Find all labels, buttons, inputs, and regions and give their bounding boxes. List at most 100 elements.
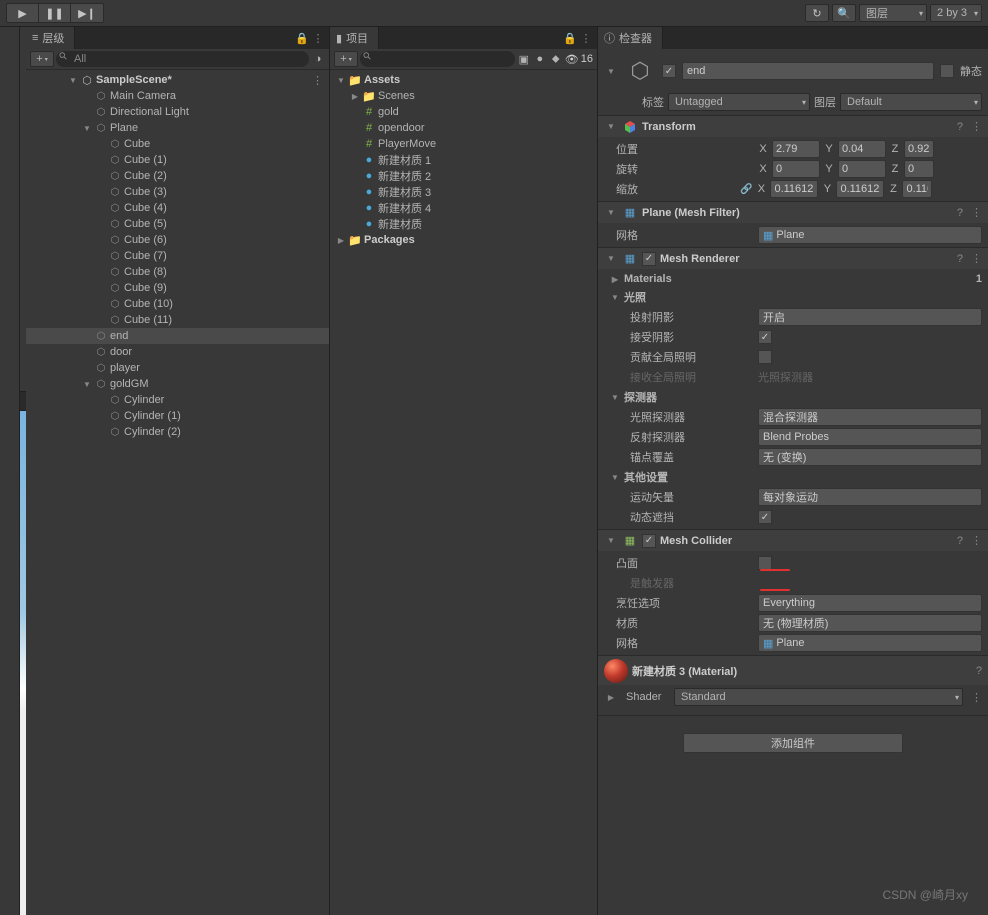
active-checkbox[interactable] bbox=[662, 64, 676, 78]
collider-mesh-field[interactable]: ▦Plane bbox=[758, 634, 982, 652]
scale-z[interactable] bbox=[902, 180, 932, 198]
type-icon[interactable]: ● bbox=[533, 52, 547, 66]
tree-item[interactable]: ▼⬡Plane bbox=[26, 120, 329, 136]
tree-item[interactable]: ⬡Cube (7) bbox=[26, 248, 329, 264]
mesh-collider-header[interactable]: ▼ ▦ Mesh Collider ?⋮ bbox=[598, 529, 988, 551]
mesh-renderer-header[interactable]: ▼ ▦ Mesh Renderer ?⋮ bbox=[598, 247, 988, 269]
convex-checkbox[interactable] bbox=[758, 556, 772, 570]
rot-x[interactable] bbox=[772, 160, 820, 178]
light-probes-dropdown[interactable]: 混合探测器 bbox=[758, 408, 982, 426]
tree-item[interactable]: ●新建材质 4 bbox=[330, 200, 597, 216]
tree-item[interactable]: ⬡Cylinder (1) bbox=[26, 408, 329, 424]
lock-icon[interactable]: 🔒 bbox=[563, 31, 577, 45]
tree-item[interactable]: ⬡Directional Light bbox=[26, 104, 329, 120]
tree-item[interactable]: ⬡Main Camera bbox=[26, 88, 329, 104]
renderer-enabled-checkbox[interactable] bbox=[642, 252, 656, 266]
filter-icon[interactable]: ◑ bbox=[311, 52, 325, 66]
tree-item[interactable]: ⬡Cube (10) bbox=[26, 296, 329, 312]
tree-item[interactable]: ●新建材质 bbox=[330, 216, 597, 232]
reflection-dropdown[interactable]: Blend Probes bbox=[758, 428, 982, 446]
step-button[interactable]: ▶❙ bbox=[71, 4, 103, 22]
hierarchy-tab[interactable]: ≡ 层级 bbox=[26, 27, 75, 49]
search-button[interactable]: 🔍 bbox=[832, 4, 856, 22]
static-checkbox[interactable] bbox=[940, 64, 954, 78]
tree-item[interactable]: ⬡door bbox=[26, 344, 329, 360]
probes-label[interactable]: 探测器 bbox=[624, 389, 657, 405]
tree-item[interactable]: #gold bbox=[330, 104, 597, 120]
scale-x[interactable] bbox=[770, 180, 818, 198]
gameobject-icon[interactable]: ⬡ bbox=[624, 55, 656, 87]
filter-icon[interactable]: ▣ bbox=[517, 52, 531, 66]
tree-item[interactable]: ⬡Cylinder bbox=[26, 392, 329, 408]
material-header[interactable]: 新建材质 3 (Material) ? bbox=[598, 655, 988, 685]
help-icon[interactable]: ? bbox=[976, 665, 982, 677]
link-icon[interactable]: 🔗 bbox=[740, 184, 752, 195]
transform-header[interactable]: ▼ Transform ?⋮ bbox=[598, 115, 988, 137]
additional-label[interactable]: 其他设置 bbox=[624, 469, 668, 485]
project-tab[interactable]: ▮ 项目 bbox=[330, 27, 379, 49]
tree-item[interactable]: ●新建材质 2 bbox=[330, 168, 597, 184]
pause-button[interactable]: ❚❚ bbox=[39, 4, 71, 22]
dynamic-checkbox[interactable] bbox=[758, 510, 772, 524]
add-button[interactable]: + bbox=[30, 51, 54, 67]
menu-icon[interactable]: ⋮ bbox=[311, 31, 325, 45]
tree-item-selected[interactable]: ⬡end bbox=[26, 328, 329, 344]
tree-item[interactable]: ●新建材质 3 bbox=[330, 184, 597, 200]
layers-dropdown[interactable]: 图层 bbox=[859, 4, 927, 22]
rot-z[interactable] bbox=[904, 160, 934, 178]
play-button[interactable]: ▶ bbox=[7, 4, 39, 22]
help-icon[interactable]: ? bbox=[957, 535, 963, 547]
contribute-checkbox[interactable] bbox=[758, 350, 772, 364]
rot-y[interactable] bbox=[838, 160, 886, 178]
tree-item[interactable]: ⬡Cube (8) bbox=[26, 264, 329, 280]
search-input[interactable] bbox=[360, 51, 515, 67]
receive-checkbox[interactable] bbox=[758, 330, 772, 344]
lock-icon[interactable]: 🔒 bbox=[295, 31, 309, 45]
pos-x[interactable] bbox=[772, 140, 820, 158]
tree-item[interactable]: ●新建材质 1 bbox=[330, 152, 597, 168]
lighting-label[interactable]: 光照 bbox=[624, 289, 646, 305]
collider-enabled-checkbox[interactable] bbox=[642, 534, 656, 548]
history-button[interactable]: ↻ bbox=[805, 4, 829, 22]
tree-item[interactable]: #PlayerMove bbox=[330, 136, 597, 152]
tree-item[interactable]: ⬡Cube (4) bbox=[26, 200, 329, 216]
label-icon[interactable]: ⬥ bbox=[549, 52, 563, 66]
pos-z[interactable] bbox=[904, 140, 934, 158]
packages-folder[interactable]: ▶📁Packages bbox=[330, 232, 597, 248]
tree-item[interactable]: ⬡Cube (6) bbox=[26, 232, 329, 248]
tag-dropdown[interactable]: Untagged bbox=[668, 93, 810, 111]
assets-folder[interactable]: ▼📁Assets bbox=[330, 72, 597, 88]
tree-item[interactable]: ⬡Cube (11) bbox=[26, 312, 329, 328]
menu-icon[interactable]: ⋮ bbox=[579, 31, 593, 45]
help-icon[interactable]: ? bbox=[957, 121, 963, 133]
shader-dropdown[interactable]: Standard bbox=[674, 688, 963, 706]
phys-material-field[interactable]: 无 (物理材质) bbox=[758, 614, 982, 632]
name-input[interactable] bbox=[682, 62, 934, 80]
cast-shadows-dropdown[interactable]: 开启 bbox=[758, 308, 982, 326]
inspector-tab[interactable]: ⓘ 检查器 bbox=[598, 27, 663, 49]
add-component-button[interactable]: 添加组件 bbox=[683, 733, 903, 753]
tree-item[interactable]: ⬡player bbox=[26, 360, 329, 376]
help-icon[interactable]: ? bbox=[957, 253, 963, 265]
search-input[interactable]: All bbox=[56, 51, 309, 67]
pos-y[interactable] bbox=[838, 140, 886, 158]
layout-dropdown[interactable]: 2 by 3 bbox=[930, 4, 982, 22]
tree-item[interactable]: ⬡Cube (1) bbox=[26, 152, 329, 168]
tree-item[interactable]: ⬡Cube (5) bbox=[26, 216, 329, 232]
tree-item[interactable]: ⬡Cube (9) bbox=[26, 280, 329, 296]
tree-item[interactable]: ▼⬡goldGM bbox=[26, 376, 329, 392]
tree-item[interactable]: ⬡Cube (2) bbox=[26, 168, 329, 184]
help-icon[interactable]: ? bbox=[957, 207, 963, 219]
scene-row[interactable]: ▼⬡ SampleScene* ⋮ bbox=[26, 72, 329, 88]
tree-item[interactable]: ⬡Cube bbox=[26, 136, 329, 152]
mesh-field[interactable]: ▦Plane bbox=[758, 226, 982, 244]
scale-y[interactable] bbox=[836, 180, 884, 198]
cooking-dropdown[interactable]: Everything bbox=[758, 594, 982, 612]
tree-item[interactable]: ⬡Cylinder (2) bbox=[26, 424, 329, 440]
anchor-field[interactable]: 无 (变换) bbox=[758, 448, 982, 466]
tree-item[interactable]: #opendoor bbox=[330, 120, 597, 136]
motion-dropdown[interactable]: 每对象运动 bbox=[758, 488, 982, 506]
mesh-filter-header[interactable]: ▼ ▦ Plane (Mesh Filter) ?⋮ bbox=[598, 201, 988, 223]
add-button[interactable]: + bbox=[334, 51, 358, 67]
tree-item[interactable]: ▶📁Scenes bbox=[330, 88, 597, 104]
